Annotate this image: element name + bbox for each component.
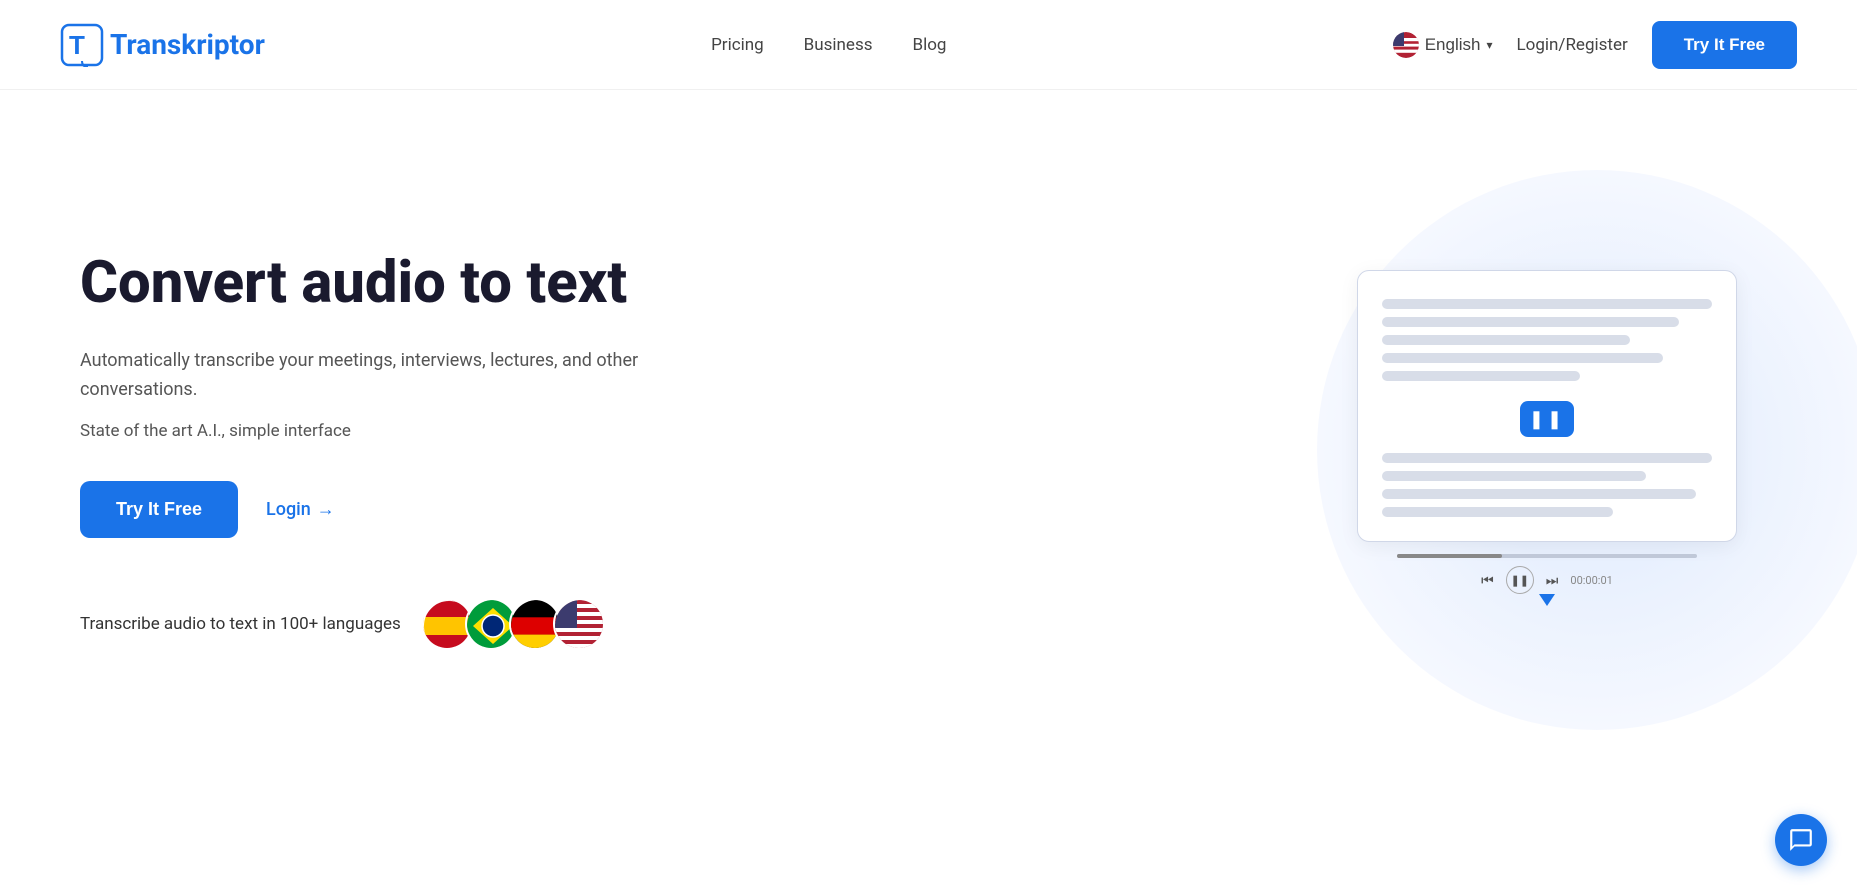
text-line [1382, 471, 1646, 481]
text-line [1382, 507, 1613, 517]
text-line [1382, 317, 1679, 327]
pause-icon: ❚❚ [1529, 409, 1565, 430]
text-line [1382, 335, 1630, 345]
languages-row: Transcribe audio to text in 100+ languag… [80, 598, 660, 650]
nav-link-blog[interactable]: Blog [913, 35, 947, 55]
nav-item-pricing[interactable]: Pricing [711, 35, 764, 55]
forward-button[interactable]: ⏭ [1546, 572, 1559, 589]
nav-link-pricing[interactable]: Pricing [711, 35, 764, 55]
hero-title: Convert audio to text [80, 250, 660, 317]
play-pause-button[interactable]: ❚❚ [1506, 566, 1534, 594]
logo[interactable]: T Transkriptor [60, 23, 265, 67]
try-it-free-nav-button[interactable]: Try It Free [1652, 21, 1797, 69]
cursor-indicator [1539, 594, 1555, 606]
chat-support-button[interactable] [1775, 814, 1827, 866]
progress-fill [1397, 554, 1502, 558]
hero-section: Convert audio to text Automatically tran… [0, 90, 1857, 790]
nav-links: Pricing Business Blog [711, 35, 946, 55]
text-line [1382, 353, 1663, 363]
hero-subtitle: Automatically transcribe your meetings, … [80, 347, 660, 405]
transcript-lines [1382, 299, 1712, 381]
text-line [1382, 299, 1712, 309]
language-label: English [1425, 35, 1481, 55]
rewind-button[interactable]: ⏮ [1481, 572, 1494, 589]
text-line [1382, 371, 1580, 381]
hero-tagline: State of the art A.I., simple interface [80, 421, 660, 441]
chat-icon [1788, 827, 1814, 853]
hero-login-label: Login [266, 499, 311, 520]
audio-controls: ⏮ ❚❚ ⏭ 00:00:01 [1481, 566, 1613, 594]
logo-icon: T [60, 23, 104, 67]
play-pause-icon: ❚❚ [1511, 574, 1529, 587]
logo-text: Transkriptor [110, 28, 265, 61]
hero-illustration: ❚❚ ⏮ ❚❚ ⏭ 00:00:01 [1297, 250, 1797, 650]
progress-track[interactable] [1397, 554, 1697, 558]
transcript-lines-bottom [1382, 453, 1712, 517]
svg-text:T: T [69, 30, 85, 60]
nav-item-business[interactable]: Business [804, 35, 873, 55]
text-line [1382, 453, 1712, 463]
nav-right: English ▾ Login/Register Try It Free [1393, 21, 1797, 69]
text-line [1382, 489, 1696, 499]
hero-content: Convert audio to text Automatically tran… [80, 250, 660, 649]
pause-button-container: ❚❚ [1382, 401, 1712, 437]
navbar: T Transkriptor Pricing Business Blog [0, 0, 1857, 90]
nav-link-business[interactable]: Business [804, 35, 873, 55]
login-register-link[interactable]: Login/Register [1517, 35, 1628, 55]
try-it-free-hero-button[interactable]: Try It Free [80, 481, 238, 538]
hero-login-link[interactable]: Login → [266, 499, 335, 520]
audio-player: ⏮ ❚❚ ⏭ 00:00:01 [1397, 554, 1697, 606]
time-display: 00:00:01 [1570, 574, 1612, 587]
languages-label: Transcribe audio to text in 100+ languag… [80, 614, 401, 634]
arrow-right-icon: → [317, 499, 335, 520]
language-flag [1393, 32, 1419, 58]
hero-buttons: Try It Free Login → [80, 481, 660, 538]
nav-item-blog[interactable]: Blog [913, 35, 947, 55]
transcript-card: ❚❚ [1357, 270, 1737, 542]
language-selector[interactable]: English ▾ [1393, 32, 1493, 58]
pause-button[interactable]: ❚❚ [1520, 401, 1574, 437]
us-flag-icon [1393, 32, 1419, 58]
flag-row [421, 598, 605, 650]
chevron-down-icon: ▾ [1486, 38, 1492, 52]
usa-flag [553, 598, 605, 650]
